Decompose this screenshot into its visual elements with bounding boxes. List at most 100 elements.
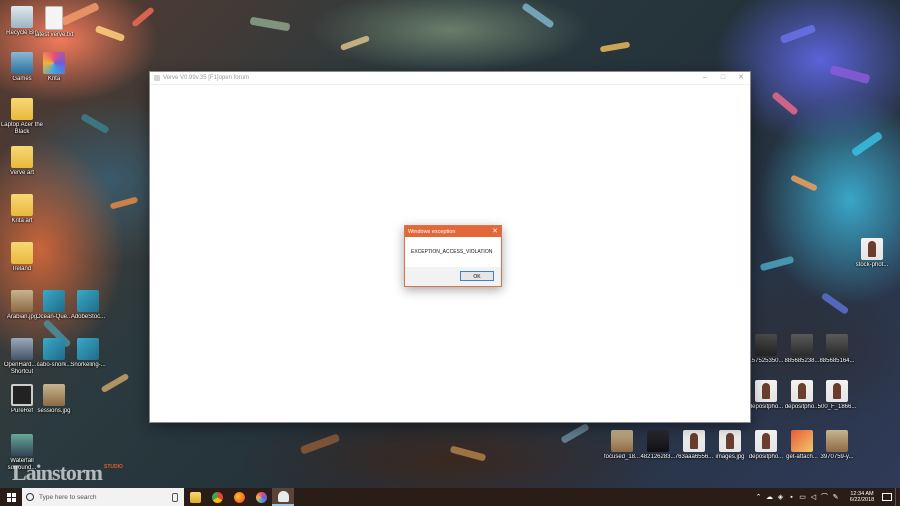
dialog-body: EXCEPTION_ACCESS_VIOLATION (405, 237, 501, 267)
desktop-icon-label: Laptop Acer the Black (0, 122, 44, 135)
network-icon[interactable]: ▭ (797, 493, 808, 501)
ok-button[interactable]: OK (460, 271, 494, 281)
shortcut-icon (11, 338, 33, 360)
desktop-icon-snorkeling[interactable]: Snorkeling-... (66, 338, 110, 369)
pen-icon[interactable]: ✎ (830, 493, 841, 501)
desktop-icon-krita-art[interactable]: Krita art (0, 194, 44, 225)
watermark-subtext: STUDIO (104, 464, 123, 470)
dialog-titlebar[interactable]: Windows exception ✕ (405, 226, 501, 237)
desktop-icon-label: stock-phot... (855, 262, 889, 268)
desktop-icon-stock-photo[interactable]: stock-phot... (850, 238, 894, 269)
clock-date: 6/22/2018 (849, 497, 875, 503)
window-titlebar[interactable]: Verve V0.99v.35 [F1]open forum – □ ✕ (150, 72, 750, 85)
system-tray: ⌃ ☁ ◈ ▪ ▭ ◁ ⌒ ✎ 12:34 AM 6/22/2018 (753, 488, 900, 506)
taskbar-clock[interactable]: 12:34 AM 6/22/2018 (845, 491, 879, 504)
show-desktop-button[interactable] (895, 488, 900, 506)
paint-stroke (771, 91, 799, 116)
image-icon (719, 430, 741, 452)
paint-stroke (80, 112, 110, 135)
studio-watermark: Lainstorm STUDIO (12, 452, 152, 486)
paint-stroke (790, 174, 818, 192)
image-icon (826, 334, 848, 356)
cortana-icon (26, 493, 34, 501)
desktop-icon-latest-verve[interactable]: latest verve.txt (32, 6, 76, 39)
firefox-icon (233, 491, 245, 503)
recycle-bin-icon (11, 6, 33, 28)
desktop-icon-label: Krita art (11, 218, 33, 224)
defender-icon[interactable]: ◈ (775, 493, 786, 501)
image-icon (43, 338, 65, 360)
desktop-icon-adobestock[interactable]: AdobeStoc... (66, 290, 110, 321)
image-icon (43, 384, 65, 406)
pureref-icon (11, 384, 33, 406)
window-title: Verve V0.99v.35 [F1]open forum (163, 75, 249, 81)
verve-icon (277, 490, 289, 502)
tray-overflow-chevron-icon[interactable]: ⌃ (753, 493, 764, 501)
folder-icon (11, 98, 33, 120)
paint-stroke (339, 35, 371, 51)
app-icon (154, 75, 160, 81)
close-button[interactable]: ✕ (732, 72, 750, 84)
exception-dialog[interactable]: Windows exception ✕ EXCEPTION_ACCESS_VIO… (404, 225, 502, 287)
paint-stroke (131, 6, 155, 28)
desktop-icon-krita[interactable]: Krita (32, 52, 76, 83)
desktop-icon-laptop-acer[interactable]: Laptop Acer the Black (0, 98, 44, 136)
windows-logo-icon (6, 492, 16, 502)
paint-stroke (820, 292, 850, 315)
paint-stroke (560, 422, 590, 445)
folder-icon (11, 242, 33, 264)
taskbar-chrome[interactable] (206, 488, 228, 506)
taskbar-verve[interactable] (272, 488, 294, 506)
image-icon (647, 430, 669, 452)
paint-stroke (829, 64, 871, 85)
image-icon (755, 334, 777, 356)
taskbar-file-explorer[interactable] (184, 488, 206, 506)
paint-stroke (759, 255, 795, 272)
microphone-icon[interactable] (172, 492, 178, 502)
desktop-icon-sessions[interactable]: sessions.jpg (32, 384, 76, 415)
krita-icon (255, 491, 267, 503)
taskbar: Type here to search ⌃ ☁ ◈ ▪ ▭ ◁ ⌒ ✎ 12:3… (0, 488, 900, 506)
notification-icon (882, 493, 892, 501)
image-icon (11, 290, 33, 312)
paint-stroke (109, 196, 139, 210)
games-icon (11, 52, 33, 74)
paint-stroke (100, 372, 130, 394)
taskbar-search-box[interactable]: Type here to search (22, 488, 184, 506)
minimize-button[interactable]: – (696, 72, 714, 84)
dialog-footer: OK (405, 267, 501, 285)
desktop-icon-label: Ireland (12, 266, 32, 272)
desktop-icon-verve-art[interactable]: Verve art (0, 146, 44, 177)
wifi-icon[interactable]: ⌒ (819, 492, 830, 502)
desktop-icon-label: 3970759-y... (820, 454, 854, 460)
desktop-icon-label: sessions.jpg (37, 408, 71, 414)
start-button[interactable] (0, 488, 22, 506)
desktop-icon-label: AdobeStoc... (70, 314, 106, 320)
maximize-button[interactable]: □ (714, 72, 732, 84)
desktop-icon-885685164[interactable]: 885685164... (815, 334, 859, 365)
dialog-close-button[interactable]: ✕ (489, 226, 501, 237)
onedrive-icon[interactable]: ☁ (764, 493, 775, 501)
search-placeholder: Type here to search (39, 493, 97, 501)
image-icon (77, 290, 99, 312)
paint-stroke (94, 25, 126, 42)
desktop-icon-500f[interactable]: 500_F_1866... (815, 380, 859, 411)
desktop-icon-ireland[interactable]: Ireland (0, 242, 44, 273)
desktop-icon-label: latest verve.txt (34, 32, 74, 38)
text-file-icon (45, 6, 63, 30)
paint-stroke (599, 41, 631, 53)
taskbar-firefox[interactable] (228, 488, 250, 506)
paint-stroke (779, 24, 817, 44)
image-icon (611, 430, 633, 452)
dialog-title: Windows exception (408, 228, 456, 235)
desktop-icon-3970759[interactable]: 3970759-y... (815, 430, 859, 461)
taskbar-krita[interactable] (250, 488, 272, 506)
desktop-icon-label: Snorkeling-... (70, 362, 106, 368)
folder-icon (11, 194, 33, 216)
image-icon (791, 430, 813, 452)
action-center-button[interactable] (879, 488, 895, 506)
volume-icon[interactable]: ◁ (808, 493, 819, 501)
paint-stroke (850, 130, 884, 158)
app-tray-icon[interactable]: ▪ (786, 494, 797, 501)
watermark-text: Lainstorm (12, 460, 103, 485)
